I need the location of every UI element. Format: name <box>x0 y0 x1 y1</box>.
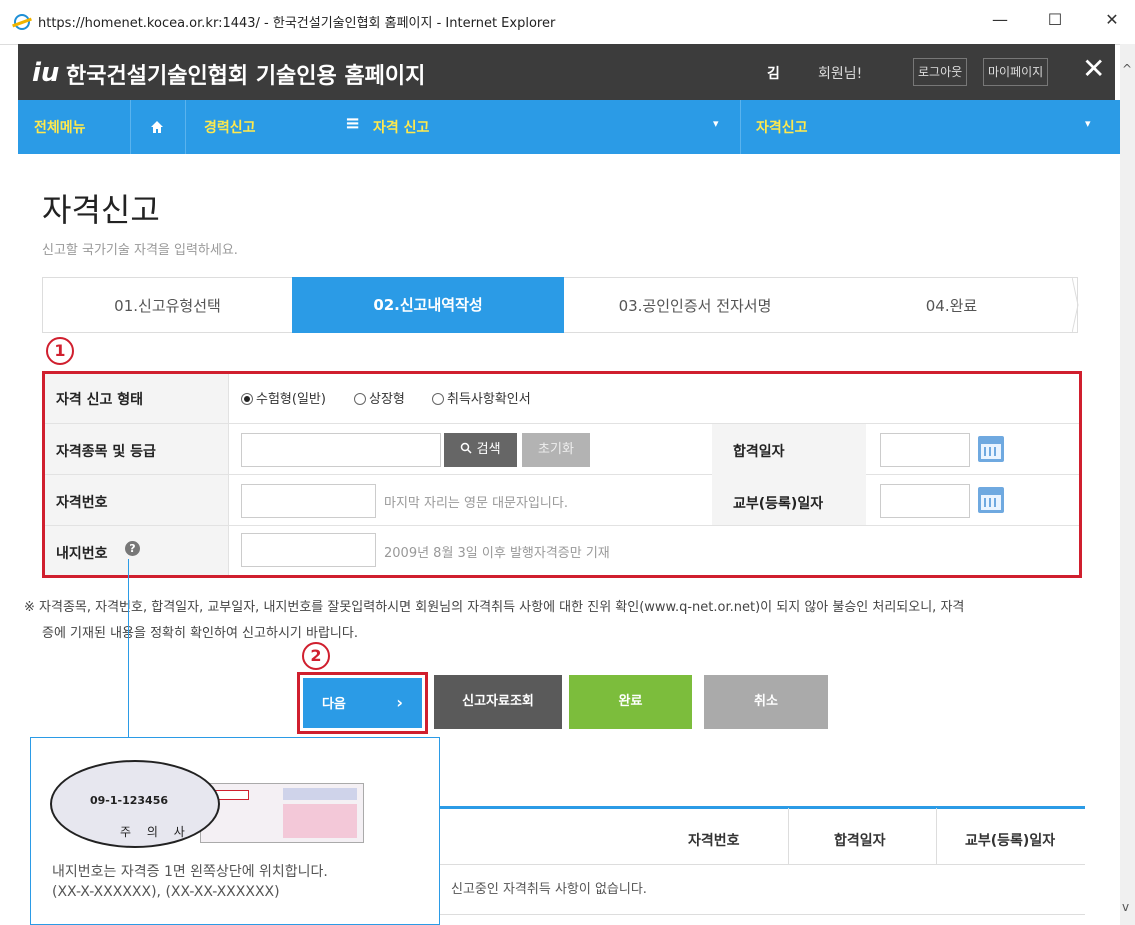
issue-date-input[interactable] <box>880 484 970 518</box>
step-indicator: 01.신고유형선택 02.신고내역작성 03.공인인증서 전자서명 04.완료 <box>42 277 1079 333</box>
search-button[interactable]: 검색 <box>444 433 517 467</box>
qualification-number-input[interactable] <box>241 484 376 518</box>
menu-icon[interactable]: ≡ <box>345 113 360 134</box>
nav-qualification-sub-dropdown[interactable]: 자격신고 <box>756 117 808 137</box>
form-column-divider <box>228 374 229 575</box>
form-row-divider <box>45 525 1079 526</box>
pass-date-label: 합격일자 <box>733 444 785 460</box>
radio-exam-type[interactable]: 수험형(일반) <box>241 388 326 407</box>
table-header-pass-date: 합격일자 <box>834 833 886 849</box>
logout-button[interactable]: 로그아웃 <box>913 58 968 86</box>
done-button[interactable]: 완료 <box>569 675 692 729</box>
header-close-icon[interactable]: ✕ <box>1082 52 1105 85</box>
table-empty-message: 신고중인 자격취득 사항이 없습니다. <box>451 882 647 897</box>
reset-button[interactable]: 초기화 <box>522 433 590 467</box>
inner-number-input[interactable] <box>241 533 376 567</box>
next-button-label: 다음 <box>321 697 346 712</box>
step-2-active: 02.신고내역작성 <box>292 277 564 333</box>
table-top-border <box>440 806 1085 809</box>
user-greeting: 회원님! <box>818 66 863 82</box>
notice-text-line2: 증에 기재된 내용을 정확히 확인하여 신고하시기 바랍니다. <box>42 626 358 641</box>
page-title: 자격신고 <box>42 191 160 229</box>
calendar-icon[interactable] <box>978 487 1004 513</box>
main-nav-bar <box>18 100 1120 154</box>
step-1: 01.신고유형선택 <box>42 277 292 333</box>
table-header-number: 자격번호 <box>688 833 740 849</box>
nav-career-report[interactable]: 경력신고 <box>204 117 256 137</box>
maximize-button[interactable]: ☐ <box>1040 8 1070 32</box>
kind-grade-label: 자격종목 및 등급 <box>56 444 156 460</box>
certificate-sample-image <box>200 783 364 843</box>
annotation-marker-1: 1 <box>46 337 74 365</box>
type-label: 자격 신고 형태 <box>56 392 144 408</box>
minimize-button[interactable]: — <box>985 8 1015 32</box>
tooltip-text-line1: 내지번호는 자격증 1면 왼쪽상단에 위치합니다. <box>52 864 328 880</box>
search-button-label: 검색 <box>476 442 501 457</box>
tooltip-text-line2: (XX-X-XXXXXX), (XX-XX-XXXXXX) <box>52 884 280 900</box>
lookup-button[interactable]: 신고자료조회 <box>434 675 562 729</box>
radio-confirmation-type[interactable]: 취득사항확인서 <box>432 388 531 407</box>
help-icon[interactable]: ? <box>125 541 140 556</box>
user-name: 김 <box>767 66 780 82</box>
form-row-divider <box>45 474 1079 475</box>
step-4: 04.완료 <box>826 277 1078 333</box>
kind-grade-input[interactable] <box>241 433 441 467</box>
window-title: https://homenet.kocea.or.kr:1443/ - 한국건설… <box>38 16 556 31</box>
chevron-down-icon[interactable]: ▾ <box>713 117 719 130</box>
table-header-divider <box>440 864 1085 865</box>
radio-certificate-type[interactable]: 상장형 <box>354 388 405 407</box>
form-row-divider <box>45 423 1079 424</box>
nav-divider <box>130 100 131 154</box>
tooltip-sample-caution: 주 의 사 <box>120 825 191 839</box>
search-icon <box>460 442 476 457</box>
pass-date-input[interactable] <box>880 433 970 467</box>
tooltip-connector <box>128 559 129 737</box>
table-col-divider <box>936 808 937 864</box>
step-3: 03.공인인증서 전자서명 <box>564 277 826 333</box>
window-close-button[interactable]: ✕ <box>1097 8 1127 32</box>
inner-number-label: 내지번호 <box>56 546 108 562</box>
radio-dot[interactable] <box>354 393 366 405</box>
annotation-marker-2: 2 <box>302 642 330 670</box>
radio-confirmation-type-label: 취득사항확인서 <box>447 392 531 407</box>
table-col-divider <box>788 808 789 864</box>
scroll-down-icon[interactable]: v <box>1122 900 1129 914</box>
qualification-number-hint: 마지막 자리는 영문 대문자입니다. <box>384 496 568 511</box>
nav-all-menu[interactable]: 전체메뉴 <box>34 117 86 137</box>
qualification-number-label: 자격번호 <box>56 495 108 511</box>
page-subtitle: 신고할 국가기술 자격을 입력하세요. <box>42 243 238 258</box>
step-arrow <box>1072 277 1079 333</box>
table-bottom-border <box>440 914 1085 915</box>
nav-divider <box>740 100 741 154</box>
sample-body-block <box>283 804 357 838</box>
calendar-icon[interactable] <box>978 436 1004 462</box>
mypage-button[interactable]: 마이페이지 <box>983 58 1049 86</box>
scrollbar[interactable] <box>1120 44 1135 925</box>
scroll-up-icon[interactable]: ^ <box>1122 62 1132 76</box>
internet-explorer-icon <box>14 14 30 30</box>
inner-number-hint: 2009년 8월 3일 이후 발행자격증만 기재 <box>384 546 610 561</box>
sample-header-strip <box>283 788 357 800</box>
notice-text-line1: ※ 자격종목, 자격번호, 합격일자, 교부일자, 내지번호를 잘못입력하시면 … <box>24 600 965 615</box>
chevron-down-icon[interactable]: ▾ <box>1085 117 1091 130</box>
chevron-right-icon: › <box>396 693 404 712</box>
issue-date-label: 교부(등록)일자 <box>733 496 824 512</box>
nav-divider <box>185 100 186 154</box>
radio-dot[interactable] <box>432 393 444 405</box>
radio-exam-type-label: 수험형(일반) <box>256 392 326 407</box>
nav-qualification-report-dropdown[interactable]: 자격 신고 <box>373 117 429 137</box>
radio-dot-checked[interactable] <box>241 393 253 405</box>
site-title[interactable]: 한국건설기술인협회 기술인용 홈페이지 <box>66 58 425 90</box>
next-button[interactable]: 다음 › <box>303 678 422 728</box>
table-header-issue-date: 교부(등록)일자 <box>965 833 1056 849</box>
cancel-button[interactable]: 취소 <box>704 675 828 729</box>
home-icon[interactable] <box>150 119 164 138</box>
tooltip-sample-number: 09-1-123456 <box>90 794 169 807</box>
radio-certificate-type-label: 상장형 <box>369 392 405 407</box>
site-logo-icon[interactable]: iu <box>32 58 59 88</box>
